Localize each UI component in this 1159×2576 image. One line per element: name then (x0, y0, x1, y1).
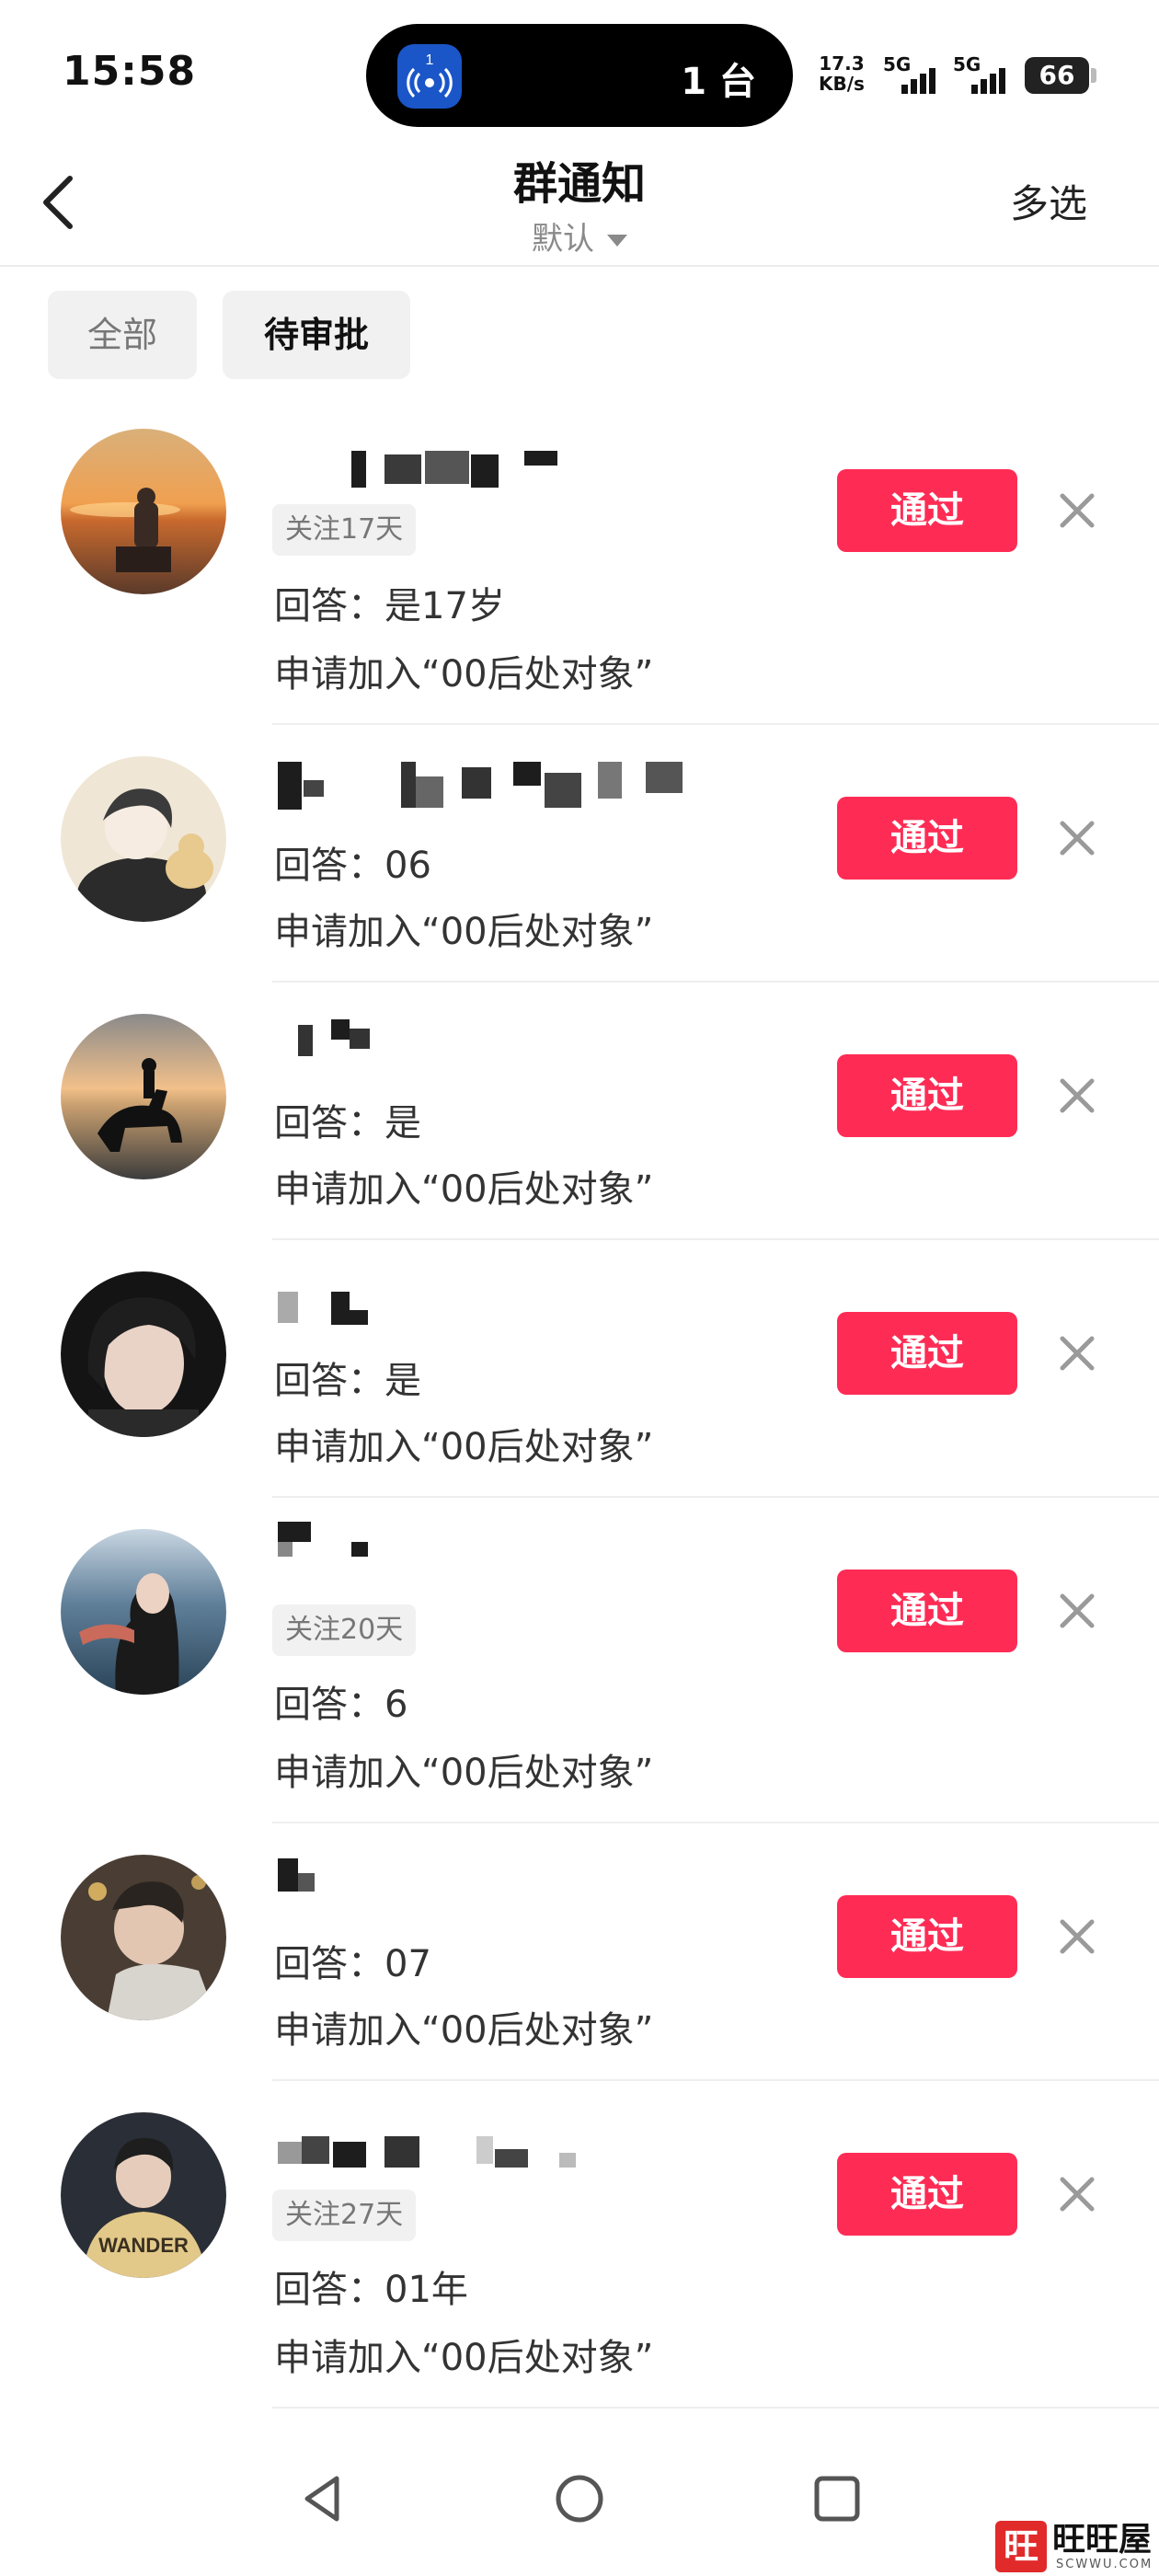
signal-2: 5G (953, 53, 1012, 96)
network-speed: 17.3 KB/s (819, 53, 865, 94)
avatar[interactable] (61, 1529, 226, 1695)
watermark-brand: 旺旺屋 (1052, 2520, 1153, 2559)
battery-cap (1091, 68, 1096, 83)
watermark-logo: 旺 (995, 2521, 1047, 2572)
request-item: 回答：06 申请加入“00后处对象” 通过 (0, 725, 1159, 983)
apply-text: 申请加入“00后处对象” (274, 1168, 654, 1211)
request-item: 回答：是 申请加入“00后处对象” 通过 (0, 1240, 1159, 1498)
caret-down-icon (607, 235, 627, 247)
sort-label: 默认 (532, 221, 594, 258)
answer-text: 回答：06 (274, 845, 431, 887)
battery-level: 66 (1025, 57, 1089, 94)
close-icon (1060, 1078, 1095, 1113)
filter-tab-all[interactable]: 全部 (48, 291, 197, 379)
dynamic-island[interactable]: 1 1 台 (366, 24, 793, 127)
approve-button[interactable]: 通过 (837, 2153, 1017, 2236)
divider (272, 2407, 1159, 2409)
request-item: WANDER 关注27天 回答：01年 申请加入“00后处对象” 通过 (0, 2081, 1159, 2409)
close-icon (1060, 1593, 1095, 1628)
reject-button[interactable] (1058, 1592, 1096, 1630)
avatar[interactable]: WANDER (61, 2112, 226, 2278)
net-speed-unit: KB/s (819, 73, 865, 95)
nav-back-button[interactable] (285, 2462, 359, 2536)
close-icon (1060, 1336, 1095, 1371)
reject-button[interactable] (1058, 2175, 1096, 2214)
status-bar: 15:58 1 1 台 17.3 KB/s 5G 5G 66 (0, 0, 1159, 138)
answer-text: 回答：是 (274, 1102, 421, 1144)
request-item: 回答：07 申请加入“00后处对象” 通过 (0, 1823, 1159, 2081)
nav-home-button[interactable] (543, 2462, 616, 2536)
answer-text: 回答：6 (274, 1684, 408, 1726)
approve-button[interactable]: 通过 (837, 1895, 1017, 1978)
apply-text: 申请加入“00后处对象” (274, 653, 654, 696)
reject-button[interactable] (1058, 1917, 1096, 1956)
watermark-domain: SCWWU.COM (1056, 2558, 1153, 2571)
reject-button[interactable] (1058, 491, 1096, 530)
sort-dropdown[interactable]: 默认 (0, 213, 1159, 259)
system-nav-bar (0, 2429, 1159, 2576)
svg-text:WANDER: WANDER (98, 2234, 189, 2257)
answer-text: 回答：01年 (274, 2269, 468, 2311)
signal-1: 5G (883, 53, 942, 96)
island-text: 1 台 (681, 61, 756, 103)
avatar[interactable] (61, 756, 226, 922)
net-speed-value: 17.3 (819, 52, 865, 75)
answer-text: 回答：是 (274, 1360, 421, 1402)
close-icon (1060, 1919, 1095, 1954)
approve-button[interactable]: 通过 (837, 1570, 1017, 1652)
reject-button[interactable] (1058, 1334, 1096, 1373)
apply-text: 申请加入“00后处对象” (274, 2337, 654, 2379)
nav-recents-icon (814, 2476, 860, 2522)
nav-recents-button[interactable] (800, 2462, 874, 2536)
header: 群通知 默认 多选 (0, 138, 1159, 267)
approve-button[interactable]: 通过 (837, 797, 1017, 880)
approve-button[interactable]: 通过 (837, 1312, 1017, 1395)
avatar[interactable] (61, 429, 226, 594)
approve-button[interactable]: 通过 (837, 469, 1017, 552)
apply-text: 申请加入“00后处对象” (274, 1752, 654, 1794)
answer-text: 回答：07 (274, 1943, 431, 1985)
close-icon (1060, 493, 1095, 528)
nav-home-icon (556, 2475, 603, 2523)
follow-badge: 关注20天 (272, 1604, 417, 1656)
request-item: 回答：是 申请加入“00后处对象” 通过 (0, 983, 1159, 1240)
follow-badge: 关注27天 (272, 2190, 417, 2241)
apply-text: 申请加入“00后处对象” (274, 1426, 654, 1468)
island-badge: 1 (426, 52, 434, 68)
broadcast-icon: 1 (397, 44, 462, 109)
approve-button[interactable]: 通过 (837, 1054, 1017, 1137)
avatar[interactable] (61, 1855, 226, 2020)
filter-tab-pending[interactable]: 待审批 (223, 291, 410, 379)
close-icon (1060, 821, 1095, 856)
apply-text: 申请加入“00后处对象” (274, 2009, 654, 2052)
avatar[interactable] (61, 1014, 226, 1179)
request-item: 关注20天 回答：6 申请加入“00后处对象” 通过 (0, 1498, 1159, 1823)
watermark: 旺 旺旺屋 SCWWU.COM (995, 2521, 1159, 2572)
reject-button[interactable] (1058, 819, 1096, 857)
answer-text: 回答：是17岁 (274, 585, 505, 627)
multi-select-button[interactable]: 多选 (1010, 173, 1087, 229)
close-icon (1060, 2177, 1095, 2212)
request-item: 关注17天 回答：是17岁 申请加入“00后处对象” 通过 (0, 414, 1159, 725)
group-notifications-screen: 15:58 1 1 台 17.3 KB/s 5G 5G 66 群通知 默认 多选… (0, 0, 1159, 2576)
nav-back-icon (304, 2476, 339, 2522)
status-time: 15:58 (63, 48, 197, 95)
follow-badge: 关注17天 (272, 504, 417, 556)
page-title: 群通知 (512, 158, 646, 210)
apply-text: 申请加入“00后处对象” (274, 911, 654, 953)
signal-bars-icon (971, 68, 1005, 94)
avatar[interactable] (61, 1271, 226, 1437)
reject-button[interactable] (1058, 1076, 1096, 1115)
signal-bars-icon (901, 68, 935, 94)
